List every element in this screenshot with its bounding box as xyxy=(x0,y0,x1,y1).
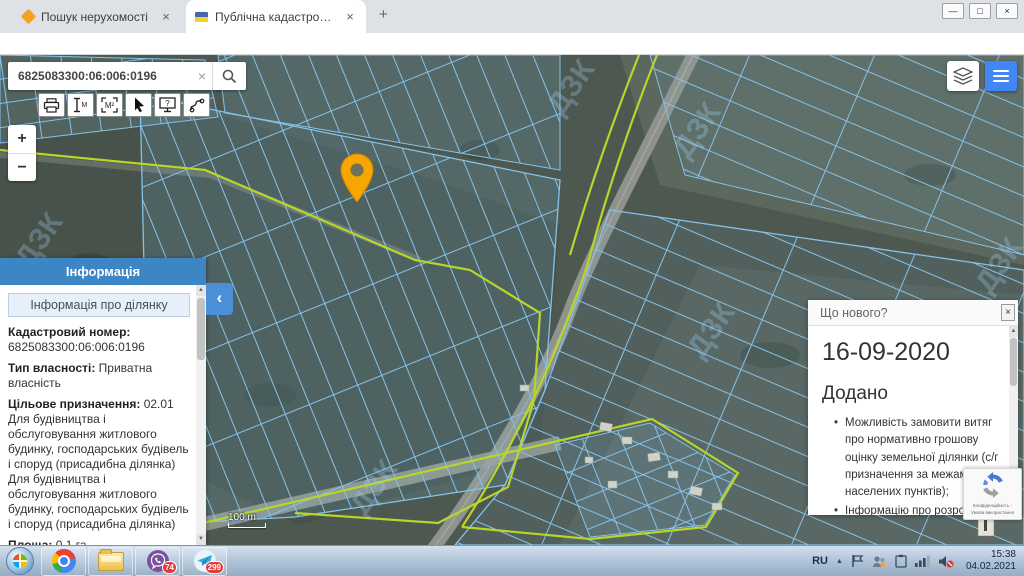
telegram-badge: 299 xyxy=(205,561,224,574)
windows-logo-icon xyxy=(13,554,27,568)
print-button[interactable] xyxy=(38,93,65,117)
recaptcha-icon xyxy=(980,472,1006,498)
news-date: 16-09-2020 xyxy=(822,338,1003,367)
clipboard-icon[interactable] xyxy=(895,554,907,568)
start-button[interactable] xyxy=(6,547,34,575)
panel-collapse-button[interactable]: ‹ xyxy=(206,283,233,315)
recaptcha-badge[interactable]: Конфіденційність - Умови використання xyxy=(963,468,1022,520)
svg-text:M: M xyxy=(82,102,88,109)
desktop: { "browser": { "tab1": {"label": "Пошук … xyxy=(0,0,1024,576)
zoom-out-button[interactable]: − xyxy=(8,153,36,181)
browser-tab-bar: Пошук нерухомості × Публічна кадастрова … xyxy=(0,0,1024,33)
taskbar-viber-button[interactable]: 74 xyxy=(135,547,180,576)
browser-navbar: ← → ↻ map.land.gov.ua/?cc=3016760.845094… xyxy=(0,33,1024,55)
cursor-button[interactable] xyxy=(125,93,152,117)
whats-new-close-icon[interactable]: × xyxy=(1001,304,1015,321)
scroll-thumb[interactable] xyxy=(197,298,205,360)
chrome-icon xyxy=(52,549,76,573)
whats-new-title: Що нового? xyxy=(820,306,888,320)
taskbar-clock[interactable]: 15:38 04.02.2021 xyxy=(966,549,1016,574)
info-panel: Інформація Інформація про ділянку Кадаст… xyxy=(0,258,206,545)
route-button[interactable] xyxy=(183,93,210,117)
zoom-control: + − xyxy=(8,125,36,181)
measure-length-button[interactable]: M xyxy=(67,93,94,117)
tab-label: Публічна кадастрова карта Укр xyxy=(215,10,336,24)
search-icon xyxy=(222,69,237,84)
search-button[interactable] xyxy=(212,62,246,90)
scroll-up-icon[interactable]: ▲ xyxy=(1009,326,1018,337)
new-tab-button[interactable]: + xyxy=(379,6,388,23)
taskbar-explorer-button[interactable] xyxy=(88,547,133,576)
layers-icon xyxy=(953,67,973,85)
volume-muted-icon[interactable] xyxy=(938,555,954,568)
route-icon xyxy=(188,97,205,113)
scroll-thumb[interactable] xyxy=(1010,338,1017,386)
windows-taskbar: 74 299 RU ▲ 15:38 04.02.2021 xyxy=(0,545,1024,576)
field-area: Площа: 0.1 га xyxy=(8,538,190,545)
scroll-up-icon[interactable]: ▲ xyxy=(196,285,206,296)
measure-area-icon: M² xyxy=(101,97,118,113)
news-heading: Додано xyxy=(822,383,1003,405)
help-screen-icon: ? xyxy=(159,97,176,113)
zoom-in-button[interactable]: + xyxy=(8,125,36,153)
realty-favicon-icon xyxy=(21,9,37,25)
map-scale: 100 m xyxy=(228,512,266,528)
tray-time: 15:38 xyxy=(966,549,1016,562)
app-status-icon[interactable] xyxy=(872,555,887,568)
tab-cadastral-map[interactable]: Публічна кадастрова карта Укр × xyxy=(186,0,366,33)
taskbar-telegram-button[interactable]: 299 xyxy=(182,547,227,576)
map-canvas[interactable]: ДЗК ДЗК ДЗК ДЗК ДЗК ДЗК × xyxy=(0,55,1024,545)
network-signal-icon[interactable] xyxy=(915,555,930,567)
tray-date: 04.02.2021 xyxy=(966,561,1016,574)
map-menu-button[interactable] xyxy=(985,61,1017,91)
layers-button[interactable] xyxy=(947,61,979,91)
measure-area-button[interactable]: M² xyxy=(96,93,123,117)
menu-icon xyxy=(993,70,1009,72)
parcel-info-section-header[interactable]: Інформація про ділянку xyxy=(8,293,190,317)
taskbar-chrome-button[interactable] xyxy=(41,547,86,576)
system-tray: RU ▲ 15:38 04.02.2021 xyxy=(812,549,1024,574)
action-center-flag-icon[interactable] xyxy=(851,554,864,568)
info-panel-body: Інформація про ділянку Кадастровий номер… xyxy=(0,285,196,545)
field-purpose: Цільове призначення: 02.01 Для будівницт… xyxy=(8,397,190,532)
field-ownership-type: Тип власності: Приватна власність xyxy=(8,361,190,391)
tab-close-icon[interactable]: × xyxy=(343,10,357,23)
language-indicator[interactable]: RU xyxy=(812,555,828,567)
field-cadastral-number: Кадастровий номер: 6825083300:06:006:019… xyxy=(8,325,190,355)
info-panel-scrollbar[interactable]: ▲ ▼ xyxy=(196,285,206,545)
tab-close-icon[interactable]: × xyxy=(159,10,173,23)
tab-label: Пошук нерухомості xyxy=(41,10,152,24)
whats-new-header: Що нового? × xyxy=(808,300,1018,326)
measure-length-icon: M xyxy=(73,97,88,113)
help-screen-button[interactable]: ? xyxy=(154,93,181,117)
maximize-button[interactable]: □ xyxy=(969,3,991,19)
scroll-down-icon[interactable]: ▼ xyxy=(196,534,206,545)
hidden-icons-chevron[interactable]: ▲ xyxy=(836,558,843,565)
search-input[interactable] xyxy=(8,69,192,83)
location-marker-icon xyxy=(339,153,375,203)
tab-search-realty[interactable]: Пошук нерухомості × xyxy=(14,0,182,33)
close-button[interactable]: × xyxy=(996,3,1018,19)
svg-text:?: ? xyxy=(165,99,170,108)
folder-icon xyxy=(98,552,124,571)
map-toolbar: M M² ? xyxy=(38,93,210,117)
print-icon xyxy=(43,98,60,113)
svg-text:M²: M² xyxy=(105,101,115,110)
cadastral-search-box: × xyxy=(8,62,246,90)
ukraine-flag-favicon-icon xyxy=(195,12,208,22)
window-controls: — □ × xyxy=(942,3,1018,19)
cursor-icon xyxy=(132,97,146,113)
search-clear-icon[interactable]: × xyxy=(192,68,212,84)
minimize-button[interactable]: — xyxy=(942,3,964,19)
info-panel-title: Інформація xyxy=(0,258,206,285)
viber-badge: 74 xyxy=(162,561,177,574)
